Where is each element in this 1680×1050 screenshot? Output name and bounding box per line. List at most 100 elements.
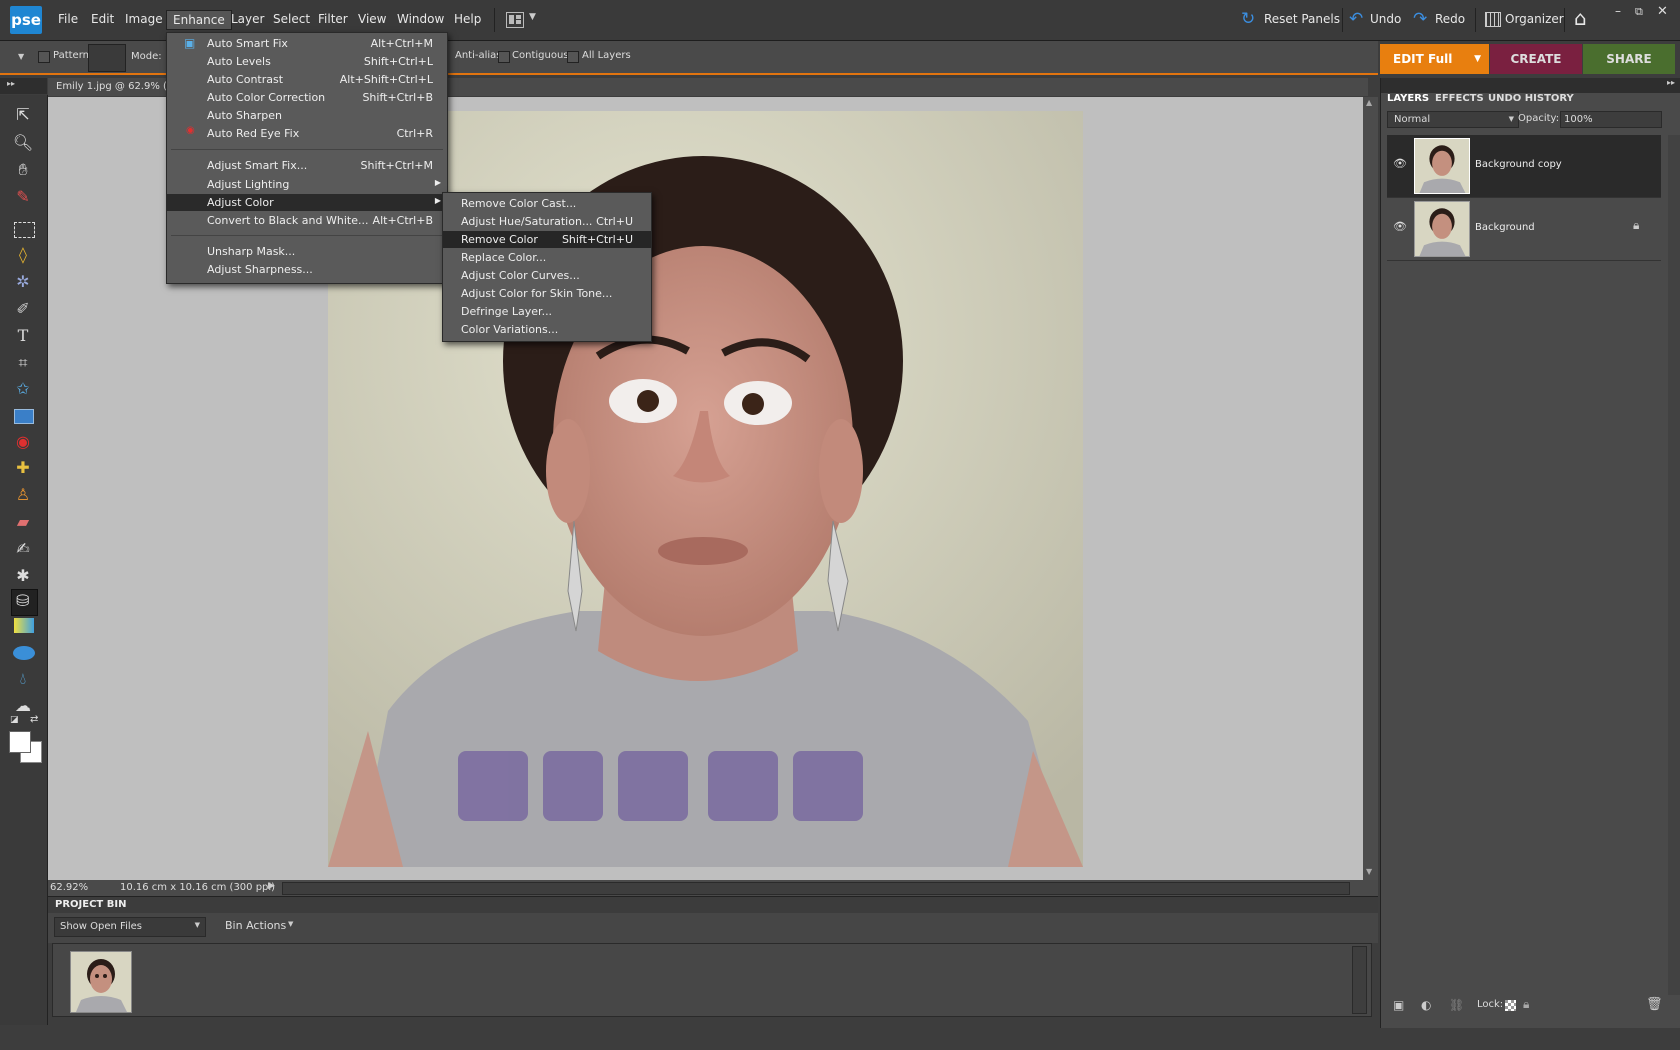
menu-help[interactable]: Help: [449, 12, 486, 26]
menu-item-adjust-color-skin-tone[interactable]: Adjust Color for Skin Tone...: [443, 285, 651, 302]
straighten-tool-icon[interactable]: [14, 409, 34, 424]
organizer-button[interactable]: Organizer: [1505, 12, 1564, 26]
home-icon[interactable]: ⌂: [1574, 6, 1587, 30]
canvas-horizontal-scrollbar[interactable]: [282, 882, 1350, 895]
menu-file[interactable]: File: [53, 12, 83, 26]
brush-tool-icon[interactable]: ✍︎: [12, 538, 34, 560]
all-layers-checkbox[interactable]: [567, 51, 579, 63]
clone-stamp-tool-icon[interactable]: ♙: [12, 484, 34, 506]
blend-mode-dropdown[interactable]: Normal ▼: [1387, 111, 1519, 128]
adjustment-layer-icon[interactable]: ◐: [1421, 998, 1431, 1012]
menu-layer[interactable]: Layer: [226, 12, 269, 26]
project-bin-scrollbar[interactable]: [1352, 946, 1367, 1014]
eraser-tool-icon[interactable]: ▰: [12, 511, 34, 533]
menu-item-adjust-color-curves[interactable]: Adjust Color Curves...: [443, 267, 651, 284]
menu-item-unsharp-mask[interactable]: Unsharp Mask...: [167, 243, 447, 260]
lock-transparency-icon[interactable]: [1505, 1000, 1516, 1011]
type-tool-icon[interactable]: T: [12, 325, 34, 347]
gradient-tool-icon[interactable]: [14, 618, 34, 633]
reset-panels-button[interactable]: Reset Panels: [1264, 12, 1340, 26]
menu-item-auto-contrast[interactable]: Auto Contrast Alt+Shift+Ctrl+L: [167, 71, 447, 88]
tool-preset-chevron-icon[interactable]: ▼: [18, 52, 24, 61]
canvas-vertical-scrollbar[interactable]: ▲ ▼: [1363, 97, 1378, 880]
pattern-checkbox[interactable]: [38, 51, 50, 63]
blur-tool-icon[interactable]: 💧︎: [12, 668, 34, 690]
scroll-down-arrow-icon[interactable]: ▼: [1366, 867, 1372, 876]
eyedropper-tool-icon[interactable]: ✎: [12, 186, 34, 208]
tab-layers[interactable]: LAYERS: [1387, 93, 1429, 104]
menu-enhance[interactable]: Enhance: [166, 10, 232, 30]
contiguous-checkbox[interactable]: [498, 51, 510, 63]
menu-item-adjust-smart-fix[interactable]: Adjust Smart Fix... Shift+Ctrl+M: [167, 157, 447, 174]
menu-window[interactable]: Window: [392, 12, 449, 26]
tab-undo-history[interactable]: UNDO HISTORY: [1488, 93, 1574, 104]
menu-image[interactable]: Image: [120, 12, 168, 26]
bin-actions-menu[interactable]: Bin Actions: [225, 919, 286, 932]
link-layers-icon[interactable]: ⛓: [1449, 998, 1464, 1012]
lock-all-icon[interactable]: 🔒︎: [1523, 997, 1529, 1012]
menu-item-auto-smart-fix[interactable]: Auto Smart Fix Alt+Ctrl+M: [167, 35, 447, 52]
tab-effects[interactable]: EFFECTS: [1435, 93, 1484, 104]
status-menu-arrow-icon[interactable]: ▶: [268, 881, 275, 891]
foreground-color-swatch[interactable]: [9, 731, 31, 753]
default-colors-icon[interactable]: ◪: [10, 715, 19, 725]
lasso-tool-icon[interactable]: ◊: [12, 244, 34, 266]
swap-colors-icon[interactable]: ⇄: [30, 714, 38, 725]
menu-filter[interactable]: Filter: [313, 12, 353, 26]
menu-item-defringe-layer[interactable]: Defringe Layer...: [443, 303, 651, 320]
edit-mode-chevron-icon[interactable]: ▼: [1474, 44, 1481, 74]
hand-tool-icon[interactable]: ✋︎: [12, 159, 34, 181]
minimize-icon[interactable]: –: [1615, 4, 1621, 18]
menu-item-convert-black-white[interactable]: Convert to Black and White... Alt+Ctrl+B: [167, 212, 447, 229]
menu-item-adjust-sharpness[interactable]: Adjust Sharpness...: [167, 261, 447, 278]
restore-icon[interactable]: ⧉: [1635, 5, 1643, 19]
menu-item-remove-color[interactable]: Remove Color Shift+Ctrl+U: [443, 231, 651, 248]
quick-selection-tool-icon[interactable]: ✐: [12, 298, 34, 320]
layer-row-background[interactable]: 👁︎ Background 🔒︎: [1387, 198, 1661, 261]
delete-layer-icon[interactable]: 🗑︎: [1646, 997, 1663, 1012]
arrange-dropdown-chevron-icon[interactable]: ▼: [529, 12, 536, 22]
crop-tool-icon[interactable]: ⌗: [12, 352, 34, 374]
close-icon[interactable]: ✕: [1657, 4, 1668, 19]
scroll-up-arrow-icon[interactable]: ▲: [1366, 98, 1372, 107]
menu-item-replace-color[interactable]: Replace Color...: [443, 249, 651, 266]
menu-select[interactable]: Select: [268, 12, 315, 26]
menu-edit[interactable]: Edit: [86, 12, 119, 26]
edit-full-tab[interactable]: EDIT Full ▼: [1380, 44, 1489, 74]
new-layer-icon[interactable]: ▣: [1393, 998, 1404, 1012]
paint-bucket-tool-selected[interactable]: ⛁: [11, 589, 38, 616]
bin-actions-chevron-icon[interactable]: ▼: [288, 920, 293, 928]
layer-visibility-eye-icon[interactable]: 👁︎: [1393, 157, 1407, 170]
collapse-arrows-icon[interactable]: ▸▸: [7, 79, 15, 88]
menu-item-adjust-color[interactable]: Adjust Color ▶: [167, 194, 447, 211]
panel-collapse-arrows-icon[interactable]: ▸▸: [1667, 78, 1675, 87]
magic-wand-tool-icon[interactable]: ✲: [12, 271, 34, 293]
opacity-field[interactable]: 100%: [1560, 111, 1662, 128]
shape-tool-icon[interactable]: [13, 646, 35, 660]
create-tab[interactable]: CREATE: [1490, 44, 1582, 74]
smart-brush-tool-icon[interactable]: ✱: [12, 565, 34, 587]
menu-item-auto-levels[interactable]: Auto Levels Shift+Ctrl+L: [167, 53, 447, 70]
project-bin-title[interactable]: PROJECT BIN: [55, 899, 126, 910]
arrange-layout-icon[interactable]: [506, 12, 524, 28]
cookie-cutter-tool-icon[interactable]: ✩: [12, 378, 34, 400]
red-eye-tool-icon[interactable]: ◉: [12, 431, 34, 453]
show-open-files-dropdown[interactable]: Show Open Files ▼: [54, 917, 206, 937]
project-bin-thumbnail[interactable]: [70, 951, 132, 1013]
menu-item-color-variations[interactable]: Color Variations...: [443, 321, 651, 338]
healing-brush-tool-icon[interactable]: ✚: [12, 457, 34, 479]
zoom-level[interactable]: 62.92%: [50, 882, 88, 893]
layer-visibility-eye-icon[interactable]: 👁︎: [1393, 220, 1407, 233]
zoom-tool-icon[interactable]: 🔍︎: [12, 132, 34, 154]
move-tool-icon[interactable]: ⇱: [12, 104, 34, 126]
undo-button[interactable]: Undo: [1370, 12, 1401, 26]
menu-item-adjust-hue-saturation[interactable]: Adjust Hue/Saturation... Ctrl+U: [443, 213, 651, 230]
marquee-tool-icon[interactable]: [14, 222, 35, 238]
redo-button[interactable]: Redo: [1435, 12, 1465, 26]
menu-item-adjust-lighting[interactable]: Adjust Lighting ▶: [167, 176, 447, 193]
menu-item-auto-sharpen[interactable]: Auto Sharpen: [167, 107, 447, 124]
layers-scrollbar[interactable]: [1668, 135, 1680, 995]
layer-row-background-copy[interactable]: 👁︎ Background copy: [1387, 135, 1661, 198]
menu-view[interactable]: View: [353, 12, 391, 26]
menu-item-auto-red-eye-fix[interactable]: Auto Red Eye Fix Ctrl+R: [167, 125, 447, 142]
